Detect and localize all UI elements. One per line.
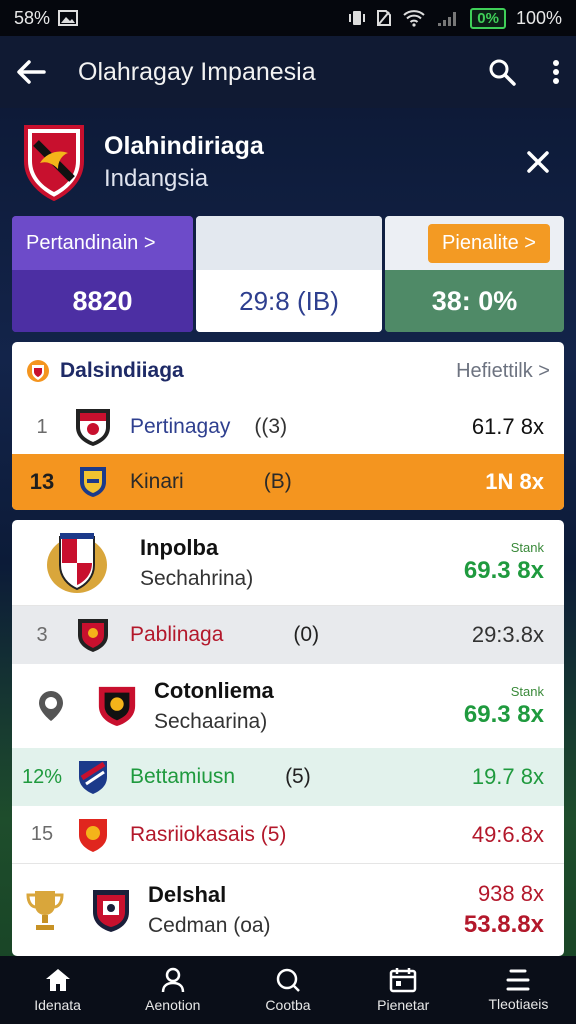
team-crest-icon [72,406,114,448]
nav-label: Pienetar [377,997,430,1013]
stat-tile-value: 29:8 (IB) [196,270,382,332]
more-vert-icon[interactable] [552,59,560,85]
nav-item-profile[interactable]: Aenotion [115,956,230,1024]
table-row[interactable]: 1 Pertinagay ((3) 61.7 8x [12,400,564,454]
team-name: Cotonliema [154,678,274,703]
panel-title: Dalsindiiaga [60,359,184,382]
panel-crest-icon [26,359,50,383]
nav-item-calendar[interactable]: Pienetar [346,956,461,1024]
nav-item-search[interactable]: Cootba [230,956,345,1024]
close-icon[interactable] [526,150,550,174]
table-row[interactable]: Cotonliema Sechaarina) Stank 69.3 8x [12,664,564,748]
team-value: 1N 8x [485,469,544,494]
panel-link[interactable]: Hefiettilk > [456,360,550,383]
team-extra: (5) [285,765,311,788]
vibrate-icon [348,9,366,27]
nav-label: Aenotion [145,997,201,1013]
battery-indicator: 0% [470,7,506,29]
league-name: Olahindiriaga [104,131,264,160]
results-panel: Inpolba Sechahrina) Stank 69.3 8x 3 Pabl… [12,520,564,956]
location-pin-icon [30,685,72,727]
image-notification-icon [58,10,79,26]
search-icon[interactable] [488,58,516,86]
team-crest-icon [96,685,138,727]
stat-tile-value: 8820 [12,270,193,332]
nav-label: Idenata [34,997,81,1013]
team-value: 69.3 8x [463,700,544,728]
team-name: Pablinaga [130,623,224,646]
team-crest-icon [72,756,114,798]
league-subtitle: Indangsia [104,164,209,192]
stat-tile-score[interactable]: 29:8 (IB) [196,216,382,332]
row-rank: 3 [36,623,48,646]
nav-label: Tleotiaeis [488,996,549,1012]
table-row[interactable]: Delshal Cedman (oa) 938 8x 53.8.8x [12,864,564,956]
status-right-text: 100% [515,7,562,28]
status-left-text: 58% [14,7,51,28]
signal-icon [436,9,460,27]
stat-tile-penalties[interactable]: Pienalite > 38: 0% [385,216,564,332]
table-row[interactable]: 12% Bettamiusn (5) 19.7 8x [12,748,564,806]
team-name: Inpolba [140,534,219,560]
team-crest-icon [72,814,114,856]
row-rank: 13 [29,469,55,494]
team-crest-icon [42,528,112,598]
team-name: Kinari [130,470,184,493]
table-row[interactable]: 3 Pablinaga (0) 29:3.8x [12,606,564,664]
team-value: 53.8.8x [463,911,544,938]
row-rank: 12% [21,765,63,788]
back-arrow-icon[interactable] [16,59,46,85]
nav-label: Cootba [265,997,311,1013]
list-icon [505,968,531,992]
team-name: Delshal [148,882,227,907]
team-subtitle: Sechahrina) [140,566,254,590]
team-name: Bettamiusn [130,765,236,788]
nav-item-list[interactable]: Tleotiaeis [461,956,576,1024]
stat-tile-matches[interactable]: Pertandinain > 8820 [12,216,193,332]
team-extra: (B) [263,470,292,493]
team-name: Rasriiokasais (5) [130,822,287,846]
table-row[interactable]: Inpolba Sechahrina) Stank 69.3 8x [12,520,564,606]
table-row[interactable]: 15 Rasriiokasais (5) 49:6.8x [12,806,564,864]
wifi-icon [402,9,426,27]
team-value: 61.7 8x [471,414,544,439]
app-title: Olahragay Impanesia [78,57,316,86]
team-subtitle: Cedman (oa) [148,914,271,937]
status-bar: 58% 0% 100% [0,0,576,36]
stat-tiles: Pertandinain > 8820 29:8 (IB) Pienalite … [12,216,564,332]
team-extra: (0) [293,623,320,646]
no-sim-icon [376,9,392,27]
league-crest-icon [22,123,86,201]
team-value-top: 938 8x [477,881,544,906]
team-value: 19.7 8x [471,764,544,789]
row-rank: 1 [36,415,48,438]
trophy-icon [24,889,66,931]
team-extra: ((3) [254,415,288,438]
row-rank: 15 [30,823,54,845]
team-value: 29:3.8x [471,622,544,647]
stat-tile-value: 38: 0% [385,270,564,332]
stat-tile-label [196,216,382,270]
stat-label: Stank [510,683,544,699]
team-name: Pertinagay [130,415,231,438]
nav-item-home[interactable]: Idenata [0,956,115,1024]
person-icon [160,967,186,993]
team-value: 49:6.8x [471,821,544,847]
team-crest-icon [72,614,114,656]
stat-tile-label: Pienalite > [428,223,550,263]
calendar-icon [389,967,417,993]
table-row[interactable]: 13 Kinari (B) 1N 8x [12,454,564,510]
team-subtitle: Sechaarina) [154,710,268,733]
team-crest-icon [90,889,132,932]
home-icon [44,967,72,993]
standings-panel: Dalsindiiaga Hefiettilk > 1 Pertinagay (… [12,342,564,510]
search-icon [275,967,301,993]
app-bar: Olahragay Impanesia [0,36,576,108]
stat-tile-label: Pertandinain > [12,216,193,270]
stat-label: Stank [510,540,544,555]
bottom-nav: Idenata Aenotion Cootba Pienetar Tleotia… [0,956,576,1024]
league-header: Olahindiriaga Indangsia [12,114,564,210]
team-crest-icon [72,461,114,503]
team-value: 69.3 8x [463,557,544,584]
